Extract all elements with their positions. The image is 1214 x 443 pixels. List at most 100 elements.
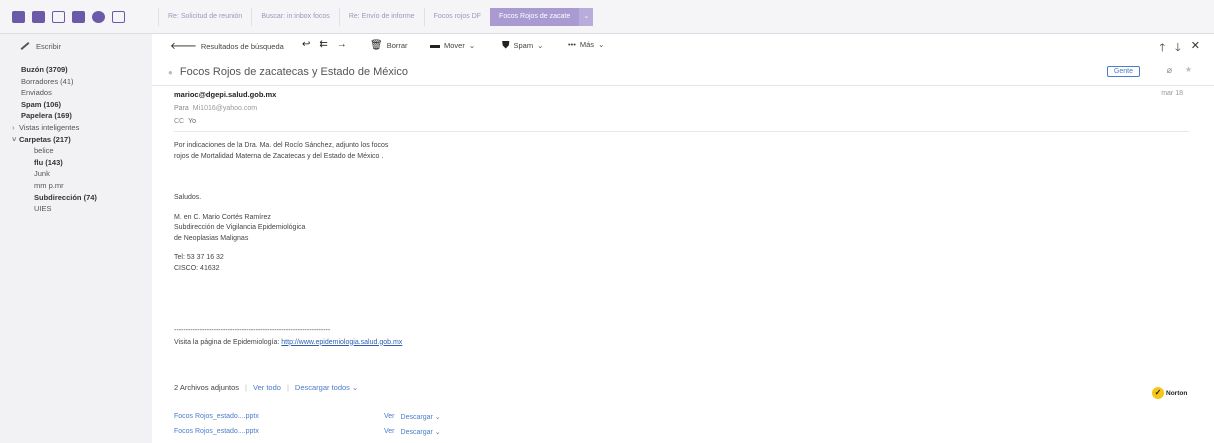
sidebar-item-mmpmr[interactable]: mm p.mr [0,180,152,192]
download-link[interactable]: Descargar ⌄ [401,428,441,443]
attachment-name[interactable]: Focos Rojos_estado....pptx [174,428,384,443]
sidebar-item-drafts[interactable]: Borradores (41) [0,76,152,88]
tab-buscar[interactable]: Buscar: in:inbox focos [251,8,338,26]
arrow-left-icon: 🡐 [170,41,197,52]
list-item: Focos Rojos_estado....pptx Ver Descargar… [174,413,441,428]
visit-text: Visita la página de Epidemiología: [174,338,282,346]
phone-line: Tel: 53 37 16 32 [174,254,224,261]
sidebar-item-folders[interactable]: ˅ Carpetas (217) [0,134,152,146]
chevron-down-icon: ˅ [12,134,17,144]
message-body: Por indicaciones de la Dra. Ma. del Rocí… [174,141,1189,348]
cisco-line: CISCO: 41632 [174,264,220,272]
greeting: Saludos. [174,194,202,201]
tab-solicitud[interactable]: Re: Solicitud de reunión [158,8,251,26]
contacts-icon[interactable] [32,11,45,23]
pencil-icon [18,41,30,51]
body-line: Por indicaciones de la Dra. Ma. del Rocí… [174,142,389,149]
cc-address[interactable]: Yo [188,118,196,125]
move-button[interactable]: ▬ Mover ⌄ [430,40,475,51]
arrow-up-icon[interactable]: 🡑 [1159,39,1165,58]
compose-button[interactable]: Escribir [0,34,152,58]
sender-address: marioc@dgepi.salud.gob.mx [174,90,277,99]
epidemiologia-link[interactable]: http://www.epidemiologia.salud.gob.mx [281,339,402,346]
shield-icon: ⛊ [502,40,510,51]
sidebar-item-sent[interactable]: Enviados [0,87,152,99]
divider: | [286,383,289,392]
chevron-down-icon: ⌄ [537,41,544,50]
top-tab-bar: Re: Solicitud de reunión Buscar: in:inbo… [0,0,1214,34]
newsfeed-icon[interactable] [112,11,125,23]
download-all-label: Descargar todos [294,383,350,392]
folder-icon: ▬ [430,40,440,51]
sidebar-item-uies[interactable]: UIES [0,203,152,215]
attachment-name[interactable]: Focos Rojos_estado....pptx [174,413,384,428]
chevron-down-icon: ⌄ [598,40,605,49]
message-toolbar: 🡐 Resultados de búsqueda ↩ ⇇ → 🗑 Borrar … [152,34,1214,58]
tab-focos-zacatecas[interactable]: Focos Rojos de zacate [490,8,580,26]
list-item: Focos Rojos_estado....pptx Ver Descargar… [174,428,441,443]
subject-row: ● Focos Rojos de zacatecas y Estado de M… [152,60,1214,86]
signature-line: M. en C. Mario Cortés Ramírez [174,213,271,221]
to-line: Para Mi1016@yahoo.com [174,105,1189,112]
paperclip-icon[interactable]: ⌀ [1167,65,1172,76]
cc-line: CC Yo [174,118,1189,125]
calendar-icon[interactable] [52,11,65,23]
reply-all-icon[interactable]: ⇇ [319,39,327,50]
messenger-icon[interactable] [92,11,105,23]
tab-focos-df[interactable]: Focos rojos DF [423,8,490,26]
spam-label: Spam [513,41,534,50]
cc-label: CC [174,118,185,125]
notepad-icon[interactable] [72,11,85,23]
back-to-results-button[interactable]: 🡐 Resultados de búsqueda [170,40,284,52]
to-address[interactable]: Mi1016@yahoo.com [193,105,257,112]
forward-icon[interactable]: → [337,39,347,50]
signature-line: Subdirección de Vigilancia Epidemiológic… [174,224,306,231]
download-label: Descargar [400,429,433,436]
sidebar-item-inbox[interactable]: Buzón (3709) [0,64,152,76]
star-icon[interactable]: ★ [1185,65,1192,74]
download-link[interactable]: Descargar ⌄ [401,413,441,428]
app-switcher [12,11,125,23]
norton-badge: ✓ Norton [1152,387,1187,399]
message-date: mar 18 [1161,90,1183,97]
trash-icon: 🗑 [370,40,383,51]
to-label: Para [174,105,189,112]
download-label: Descargar [400,414,433,421]
sidebar-item-junk[interactable]: Junk [0,168,152,180]
tab-envio[interactable]: Re: Envío de informe [338,8,424,26]
sidebar-item-flu[interactable]: flu (143) [0,157,152,169]
subject-title: ● Focos Rojos de zacatecas y Estado de M… [168,66,408,78]
divider: | [245,383,247,392]
view-link[interactable]: Ver [384,428,395,443]
sidebar-item-trash[interactable]: Papelera (169) [0,110,152,122]
sidebar: Escribir Buzón (3709) Borradores (41) En… [0,34,152,443]
view-all-link[interactable]: Ver todo [253,383,281,392]
sidebar-item-subdireccion[interactable]: Subdirección (74) [0,192,152,204]
people-button[interactable]: Gente [1106,66,1140,77]
chevron-right-icon: › [12,122,15,132]
chevron-down-icon[interactable]: ⌄ [579,8,594,26]
more-button[interactable]: ••• Más ⌄ [568,40,604,49]
reply-actions: ↩ ⇇ → [302,39,347,50]
mail-icon[interactable] [12,11,25,23]
header-divider [174,131,1189,132]
norton-label: Norton [1166,389,1188,397]
sidebar-item-label: Vistas inteligentes [19,122,80,132]
arrow-down-icon[interactable]: 🡓 [1175,39,1181,58]
compose-label: Escribir [36,41,62,51]
sidebar-item-label: Carpetas (217) [19,134,71,144]
sidebar-item-smart-views[interactable]: › Vistas inteligentes [0,122,152,134]
reply-icon[interactable]: ↩ [302,39,310,50]
close-icon[interactable]: ✕ [1191,39,1200,58]
chevron-down-icon: ⌄ [468,41,476,50]
checkmark-icon: ✓ [1152,387,1164,399]
sidebar-item-belice[interactable]: belice [0,145,152,157]
spam-button[interactable]: ⛊ Spam ⌄ [502,40,543,51]
ellipsis-icon: ••• [568,40,576,49]
download-all-link[interactable]: Descargar todos ⌄ [295,383,358,392]
signature-separator: ----------------------------------------… [174,327,331,334]
nav-actions: 🡑 🡓 ✕ [1159,39,1200,58]
view-link[interactable]: Ver [384,413,395,428]
sidebar-item-spam[interactable]: Spam (106) [0,99,152,111]
delete-button[interactable]: 🗑 Borrar [370,40,408,51]
